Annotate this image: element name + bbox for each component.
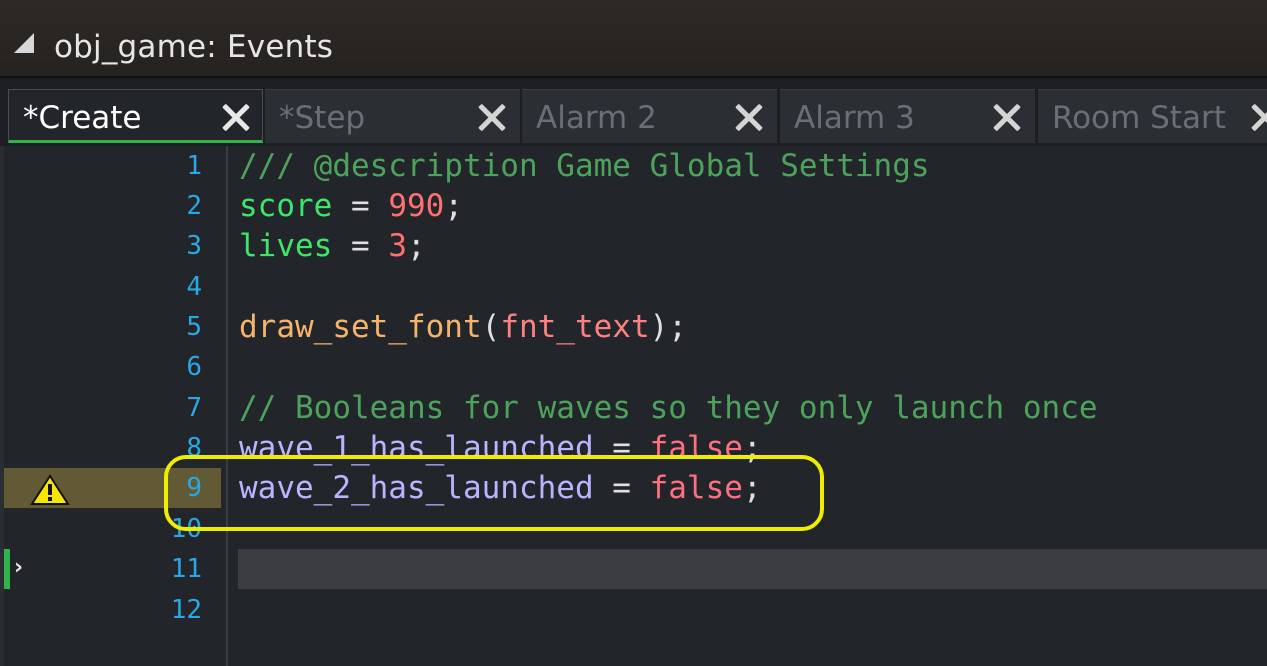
- line-number: 6: [186, 352, 202, 382]
- code-editor[interactable]: › 1 /// @description Game Global Setting…: [0, 146, 1267, 666]
- code-text: lives = 3;: [239, 226, 426, 266]
- window-title: obj_game: Events: [54, 29, 334, 65]
- close-icon[interactable]: [477, 102, 507, 132]
- code-text: draw_set_font(fnt_text);: [239, 307, 687, 347]
- tab-label: Alarm 3: [794, 100, 915, 136]
- line-number: 11: [170, 554, 202, 584]
- line-number: 3: [186, 231, 202, 261]
- code-line: 12: [0, 590, 1267, 630]
- code-text: score = 990;: [239, 186, 463, 226]
- close-icon[interactable]: [1250, 102, 1267, 132]
- tab-alarm-2[interactable]: Alarm 2: [522, 89, 777, 143]
- code-line: 4: [0, 267, 1267, 307]
- line-number: 4: [186, 272, 202, 302]
- code-line: 11: [0, 549, 1267, 589]
- line-number: 5: [186, 312, 202, 342]
- code-line: 6: [0, 347, 1267, 387]
- tab-step[interactable]: *Step: [265, 89, 520, 143]
- line-number: 2: [186, 191, 202, 221]
- resource-token: fnt_text: [500, 309, 650, 345]
- number-token: 990: [388, 188, 445, 224]
- tab-room-start[interactable]: Room Start: [1038, 89, 1267, 143]
- annotation-highlight-ring: [164, 455, 824, 531]
- semicolon-token: ;: [444, 188, 463, 224]
- code-text: /// @description Game Global Settings: [239, 146, 930, 186]
- variable-token: lives: [239, 228, 333, 264]
- variable-token: score: [239, 188, 333, 224]
- tab-label: Alarm 2: [536, 100, 657, 136]
- operator-token: =: [332, 228, 389, 264]
- collapse-triangle-icon[interactable]: [14, 33, 34, 53]
- operator-token: =: [332, 188, 389, 224]
- code-line: 1 /// @description Game Global Settings: [0, 146, 1267, 186]
- close-icon[interactable]: [734, 102, 764, 132]
- paren-token: (: [481, 309, 501, 345]
- comment-token: /// @description Game Global Settings: [239, 148, 930, 184]
- number-token: 3: [388, 228, 407, 264]
- tab-label: Room Start: [1052, 100, 1226, 136]
- code-line: 7 // Booleans for waves so they only lau…: [0, 388, 1267, 428]
- paren-token: );: [649, 309, 687, 345]
- code-text: // Booleans for waves so they only launc…: [239, 388, 1098, 428]
- line-number: 1: [186, 151, 202, 181]
- comment-token: // Booleans for waves so they only launc…: [239, 390, 1098, 426]
- tab-alarm-3[interactable]: Alarm 3: [780, 89, 1035, 143]
- semicolon-token: ;: [407, 228, 426, 264]
- tab-label: *Create: [23, 100, 142, 136]
- close-icon[interactable]: [992, 102, 1022, 132]
- event-tab-bar: *Create *Step Alarm 2 Alarm 3 Room Start: [0, 78, 1267, 146]
- code-line: 3 lives = 3;: [0, 226, 1267, 266]
- code-line: 5 draw_set_font(fnt_text);: [0, 307, 1267, 347]
- line-number: 7: [186, 393, 202, 423]
- tab-create[interactable]: *Create: [8, 89, 263, 143]
- code-line: 2 score = 990;: [0, 186, 1267, 226]
- line-number: 12: [170, 595, 202, 625]
- close-icon[interactable]: [221, 102, 251, 132]
- function-token: draw_set_font: [239, 309, 482, 345]
- window-titlebar: obj_game: Events: [0, 0, 1267, 78]
- tab-label: *Step: [279, 100, 366, 136]
